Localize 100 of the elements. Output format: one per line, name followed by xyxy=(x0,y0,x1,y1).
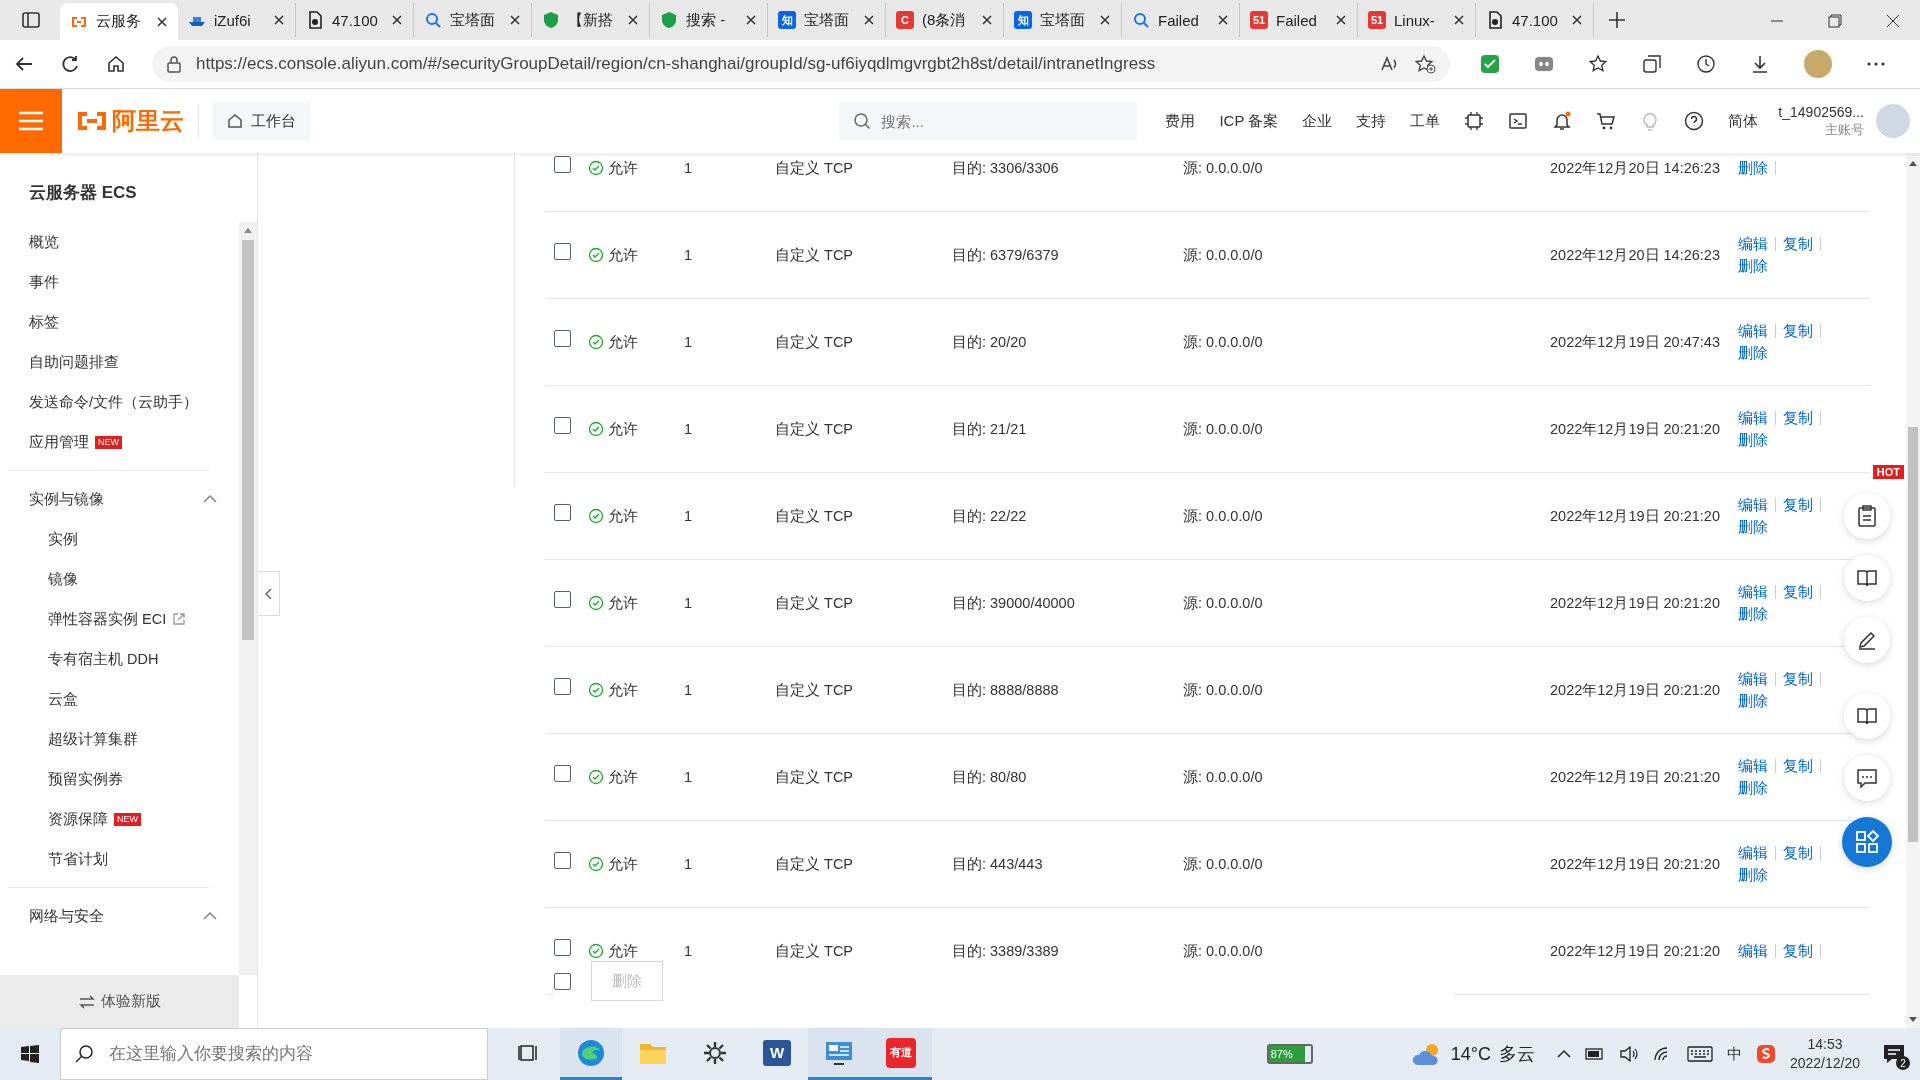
close-icon[interactable] xyxy=(391,14,403,26)
refresh-icon[interactable] xyxy=(60,54,80,74)
action-link[interactable]: 删除 xyxy=(1738,259,1805,273)
tab-actions-icon[interactable] xyxy=(20,9,42,31)
sidebar-item[interactable]: 自助问题排查 xyxy=(29,352,119,372)
bell-icon[interactable] xyxy=(1552,111,1573,131)
windows-start-icon[interactable] xyxy=(20,1044,40,1064)
sidebar-item[interactable]: 概览 xyxy=(29,232,59,252)
sidebar-item[interactable]: 云盒 xyxy=(48,689,78,709)
chip-icon[interactable] xyxy=(1464,111,1485,131)
action-link[interactable]: 复制 xyxy=(1783,411,1821,425)
close-icon[interactable] xyxy=(1335,14,1347,26)
help-icon[interactable] xyxy=(1684,111,1705,131)
nav-link[interactable]: 支持 xyxy=(1356,111,1387,131)
close-icon[interactable] xyxy=(273,14,285,26)
sidebar-item[interactable]: 镜像 xyxy=(48,569,78,589)
close-icon[interactable] xyxy=(1453,14,1465,26)
action-link[interactable]: 编辑 xyxy=(1738,846,1776,860)
action-link[interactable]: 编辑 xyxy=(1738,672,1776,686)
new-version-button[interactable]: 体验新版 xyxy=(0,975,239,1028)
volume-icon[interactable] xyxy=(1618,1046,1639,1062)
action-link[interactable]: 复制 xyxy=(1783,237,1821,251)
action-link[interactable]: 复制 xyxy=(1783,672,1821,686)
sogou-icon[interactable] xyxy=(1755,1044,1776,1064)
keyboard-icon[interactable] xyxy=(1686,1046,1713,1062)
history-icon[interactable] xyxy=(1696,54,1716,74)
browser-tab[interactable]: C (8条消 xyxy=(886,3,1004,37)
sidebar-item[interactable]: 应用管理 xyxy=(29,432,89,452)
restore-icon[interactable] xyxy=(1828,14,1842,28)
action-link[interactable]: 编辑 xyxy=(1738,498,1776,512)
taskbar-app[interactable]: W xyxy=(746,1028,808,1080)
sidebar-item[interactable]: 预留实例券 xyxy=(48,769,123,789)
sidebar-item[interactable]: 标签 xyxy=(29,312,59,332)
row-checkbox[interactable] xyxy=(554,416,571,434)
row-checkbox[interactable] xyxy=(554,242,571,260)
close-icon[interactable] xyxy=(156,15,168,28)
action-link[interactable]: 编辑 xyxy=(1738,411,1776,425)
cart-icon[interactable] xyxy=(1596,111,1617,131)
nav-link[interactable]: 工单 xyxy=(1410,111,1441,131)
row-checkbox[interactable] xyxy=(554,503,571,521)
row-checkbox[interactable] xyxy=(554,938,571,956)
action-link[interactable]: 删除 xyxy=(1738,868,1805,882)
action-link[interactable]: 复制 xyxy=(1783,759,1821,773)
browser-tab[interactable]: 【新搭 xyxy=(532,3,650,37)
close-icon[interactable] xyxy=(863,14,875,26)
search-field[interactable]: 搜索... xyxy=(839,102,1138,140)
sidebar-item[interactable]: 发送命令/文件（云助手） xyxy=(29,392,199,412)
browser-tab[interactable]: 搜索 - xyxy=(650,3,768,37)
menu-button[interactable] xyxy=(0,89,62,153)
action-link[interactable]: 删除 xyxy=(1738,346,1805,360)
browser-tab[interactable]: 51 Linux- xyxy=(1358,3,1476,37)
close-icon[interactable] xyxy=(1571,14,1583,26)
browser-tab[interactable]: 47.100 xyxy=(1476,3,1594,37)
browser-tab[interactable]: 宝塔面 xyxy=(414,3,532,37)
favorites-icon[interactable] xyxy=(1588,54,1608,74)
apps-button[interactable] xyxy=(1842,817,1892,867)
input-method[interactable]: 中 xyxy=(1726,1044,1742,1064)
action-link[interactable]: 编辑 xyxy=(1738,237,1776,251)
sidebar-item[interactable]: 节省计划 xyxy=(48,849,108,869)
sidebar-item[interactable]: 资源保障 xyxy=(48,809,108,829)
close-icon[interactable] xyxy=(981,14,993,26)
language-link[interactable]: 简体 xyxy=(1728,111,1759,131)
sidebar-group[interactable]: 实例与镜像 xyxy=(29,489,104,509)
chevron-icon[interactable] xyxy=(203,912,217,920)
action-link[interactable]: 编辑 xyxy=(1738,324,1776,338)
action-link[interactable]: 删除 xyxy=(1738,433,1805,447)
home-icon[interactable] xyxy=(106,54,126,74)
scrollbar[interactable] xyxy=(1906,153,1920,1028)
book-button[interactable] xyxy=(1844,693,1890,739)
action-link[interactable]: 删除 xyxy=(1738,520,1805,534)
sidebar-item[interactable]: 事件 xyxy=(29,272,59,292)
terminal-icon[interactable] xyxy=(1508,111,1529,131)
chevron-icon[interactable] xyxy=(203,495,217,503)
workbench-button[interactable]: 工作台 xyxy=(213,102,310,140)
browser-tab[interactable]: 47.100 xyxy=(296,3,414,37)
nav-link[interactable]: 企业 xyxy=(1302,111,1333,131)
action-link[interactable]: 复制 xyxy=(1783,585,1821,599)
action-link[interactable]: 复制 xyxy=(1783,498,1821,512)
row-checkbox[interactable] xyxy=(554,590,571,608)
star-icon[interactable] xyxy=(1414,54,1436,74)
taskbar-search-field[interactable]: 在这里输入你要搜索的内容 xyxy=(60,1028,488,1080)
browser-tab[interactable]: 51 Failed xyxy=(1240,3,1358,37)
external-link-icon[interactable] xyxy=(172,612,187,626)
chevron-up-icon[interactable] xyxy=(1556,1049,1571,1059)
scroll-up-icon[interactable] xyxy=(243,226,253,234)
browser-tab[interactable]: 知 宝塔面 xyxy=(768,3,886,37)
scrollbar[interactable] xyxy=(239,222,257,975)
action-link[interactable]: 删除 xyxy=(1738,694,1805,708)
row-checkbox[interactable] xyxy=(554,155,571,173)
close-icon[interactable] xyxy=(627,14,639,26)
sidebar-item[interactable]: 专有宿主机 DDH xyxy=(48,649,159,669)
browser-tab[interactable]: 云服务 xyxy=(60,3,178,40)
clock-date[interactable]: 2022/12/20 xyxy=(1789,1054,1860,1073)
book-button[interactable] xyxy=(1844,555,1890,601)
row-checkbox[interactable] xyxy=(554,851,571,869)
browser-tab[interactable]: iZuf6i xyxy=(178,3,296,37)
action-link[interactable]: 复制 xyxy=(1783,944,1821,958)
sidebar-item[interactable]: 实例 xyxy=(48,529,78,549)
close-icon[interactable] xyxy=(509,14,521,26)
nav-link[interactable]: 费用 xyxy=(1165,111,1196,131)
